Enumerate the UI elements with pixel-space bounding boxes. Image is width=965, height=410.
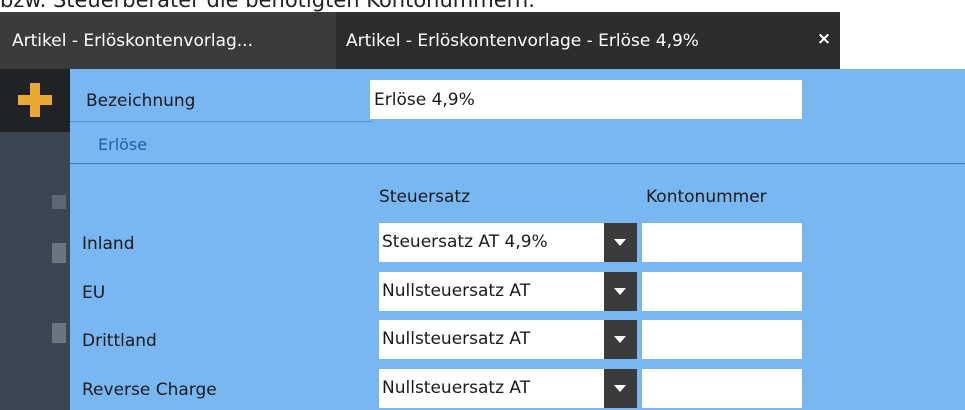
kontonummer-input-reverse-charge[interactable] [642, 369, 802, 408]
select-value: Steuersatz AT 4,9% [379, 223, 604, 262]
copy-icon[interactable] [52, 195, 66, 209]
tab-bar-empty-area [840, 12, 965, 69]
kontonummer-input-drittland[interactable] [642, 320, 802, 359]
select-value: Nullsteuersatz AT [379, 272, 604, 311]
divider [70, 121, 372, 122]
bezeichnung-label: Bezeichnung [86, 91, 196, 111]
chevron-down-icon[interactable] [604, 320, 637, 359]
form-panel: Bezeichnung Erlöse Steuersatz Kontonumme… [70, 69, 965, 410]
section-title: Erlöse [98, 135, 148, 154]
row-label-eu: EU [82, 283, 106, 303]
tab-erloeskontenvorlage-active[interactable]: Artikel - Erlöskontenvorlage - Erlöse 4,… [336, 12, 840, 69]
plus-icon [18, 83, 52, 117]
row-label-drittland: Drittland [82, 331, 157, 351]
chevron-down-icon[interactable] [604, 369, 637, 408]
steuersatz-select-inland[interactable]: Steuersatz AT 4,9% [379, 223, 637, 262]
row-label-inland: Inland [82, 234, 135, 254]
toolbar-icon[interactable] [52, 243, 66, 263]
select-value: Nullsteuersatz AT [379, 369, 604, 408]
column-header-kontonummer: Kontonummer [646, 187, 767, 207]
tab-erloeskontenvorlage-1[interactable]: Artikel - Erlöskontenvorlag... [0, 12, 336, 69]
row-label-reverse-charge: Reverse Charge [82, 380, 217, 400]
toolbar-icon[interactable] [52, 323, 66, 343]
column-header-steuersatz: Steuersatz [379, 187, 471, 207]
close-icon[interactable]: × [813, 26, 835, 52]
instruction-text: bzw. Steuerberater die benötigten Konton… [0, 0, 535, 12]
select-value: Nullsteuersatz AT [379, 320, 604, 359]
kontonummer-input-inland[interactable] [642, 223, 802, 262]
steuersatz-select-drittland[interactable]: Nullsteuersatz AT [379, 320, 637, 359]
tab-label: Artikel - Erlöskontenvorlag... [12, 30, 253, 51]
chevron-down-icon[interactable] [604, 272, 637, 311]
kontonummer-input-eu[interactable] [642, 272, 802, 311]
tab-bar: Artikel - Erlöskontenvorlag... Artikel -… [0, 12, 965, 69]
steuersatz-select-eu[interactable]: Nullsteuersatz AT [379, 272, 637, 311]
tab-label: Artikel - Erlöskontenvorlage - Erlöse 4,… [346, 30, 699, 51]
steuersatz-select-reverse-charge[interactable]: Nullsteuersatz AT [379, 369, 637, 408]
section-divider [70, 163, 965, 164]
bezeichnung-input[interactable] [370, 80, 802, 119]
chevron-down-icon[interactable] [604, 223, 637, 262]
new-button[interactable] [0, 69, 70, 132]
